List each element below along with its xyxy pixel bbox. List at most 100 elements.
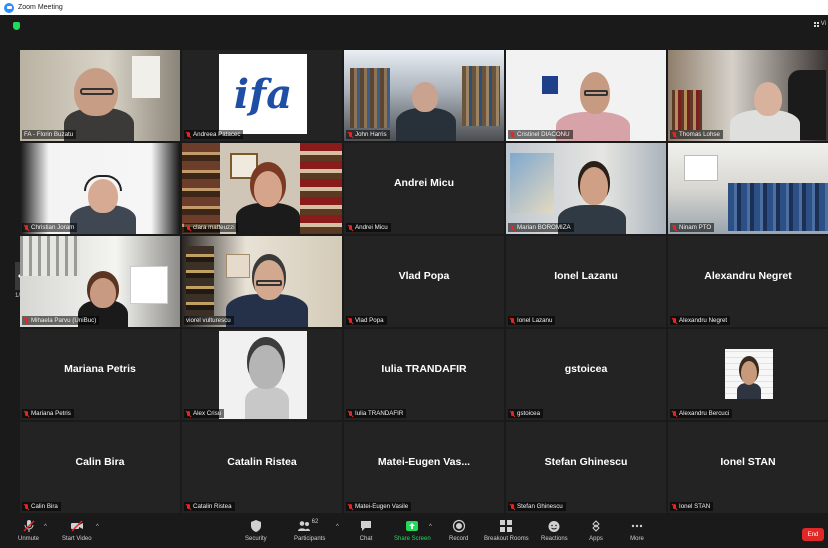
participant-name-label: Stefan Ghinescu bbox=[508, 502, 566, 511]
participant-tile[interactable]: Iulia TRANDAFIR Iulia TRANDAFIR bbox=[344, 329, 504, 420]
participant-tile[interactable]: Mihaela Parvu (UniBuc) bbox=[20, 236, 180, 327]
mic-muted-icon bbox=[22, 519, 36, 533]
participant-tile[interactable]: Ninam PTO bbox=[668, 143, 828, 234]
participant-tile[interactable]: Catalin Ristea Catalin Ristea bbox=[182, 422, 342, 513]
breakout-rooms-button[interactable]: Breakout Rooms bbox=[484, 519, 529, 542]
participant-name-label: Calin Bira bbox=[22, 502, 61, 511]
chat-button[interactable]: Chat bbox=[359, 519, 373, 542]
window-titlebar: Zoom Meeting bbox=[0, 0, 828, 15]
gallery-view: FA - Florin Buzatu ifa Andreea Patacec J… bbox=[20, 50, 828, 513]
mic-muted-icon bbox=[24, 503, 29, 510]
unmute-button[interactable]: Unmute bbox=[18, 519, 39, 542]
view-button[interactable]: Vi bbox=[813, 21, 826, 27]
participant-tile[interactable]: Alexandru Negret Alexandru Negret bbox=[668, 236, 828, 327]
participant-display-name: Calin Bira bbox=[75, 455, 125, 468]
audio-options-caret-icon[interactable]: ^ bbox=[44, 524, 47, 530]
participant-tile[interactable]: clara matteuzzi bbox=[182, 143, 342, 234]
start-video-button[interactable]: Start Video bbox=[62, 519, 92, 542]
participant-tile[interactable]: Vlad Popa Vlad Popa bbox=[344, 236, 504, 327]
participant-tile[interactable]: Ionel STAN Ionel STAN bbox=[668, 422, 828, 513]
video-feed bbox=[506, 143, 666, 234]
participant-name-label: Mihaela Parvu (UniBuc) bbox=[22, 316, 100, 325]
participants-count: 62 bbox=[311, 519, 319, 525]
ifa-logo: ifa bbox=[219, 54, 307, 134]
video-feed bbox=[344, 50, 504, 141]
participant-name-label: John Harris bbox=[346, 130, 390, 139]
participant-name-label: Vlad Popa bbox=[346, 316, 387, 325]
participant-tile[interactable]: Mariana Petris Mariana Petris bbox=[20, 329, 180, 420]
video-feed bbox=[20, 236, 180, 327]
participant-name-label: Ionel Lazanu bbox=[508, 316, 556, 325]
mic-muted-icon bbox=[672, 224, 677, 231]
participant-tile[interactable]: Alex Crisu bbox=[182, 329, 342, 420]
security-button[interactable]: Security bbox=[245, 519, 267, 542]
participants-options-caret-icon[interactable]: ^ bbox=[336, 524, 339, 530]
grid-view-icon bbox=[813, 21, 819, 27]
mic-muted-icon bbox=[672, 503, 677, 510]
share-screen-icon bbox=[405, 519, 419, 533]
reactions-smiley-icon bbox=[547, 519, 561, 533]
share-screen-button[interactable]: Share Screen bbox=[394, 519, 431, 542]
apps-button[interactable]: Apps bbox=[589, 519, 603, 542]
participant-name-label: Matei-Eugen Vasile bbox=[346, 502, 412, 511]
participant-display-name: Mariana Petris bbox=[64, 362, 136, 375]
video-feed bbox=[20, 50, 180, 141]
participant-name-label: Christian Joram bbox=[22, 223, 78, 232]
end-meeting-button[interactable]: End bbox=[802, 528, 824, 541]
participant-tile[interactable]: Marian BOROMIZA bbox=[506, 143, 666, 234]
window-title: Zoom Meeting bbox=[18, 4, 63, 11]
participant-display-name: Ionel STAN bbox=[720, 455, 776, 468]
participant-display-name: Ionel Lazanu bbox=[554, 269, 618, 282]
participant-tile[interactable]: FA - Florin Buzatu bbox=[20, 50, 180, 141]
participant-tile[interactable]: Stefan Ghinescu Stefan Ghinescu bbox=[506, 422, 666, 513]
video-feed bbox=[182, 236, 342, 327]
mic-muted-icon bbox=[24, 224, 29, 231]
participant-name-label: Alexandru Negret bbox=[670, 316, 731, 325]
participant-tile[interactable]: Cristinel DIACONU bbox=[506, 50, 666, 141]
participant-display-name: Iulia TRANDAFIR bbox=[381, 362, 467, 375]
participant-tile[interactable]: Thomas Lohse bbox=[668, 50, 828, 141]
mic-muted-icon bbox=[348, 410, 353, 417]
participant-tile[interactable]: Andrei Micu Andrei Micu bbox=[344, 143, 504, 234]
participant-name-label: Ionel STAN bbox=[670, 502, 714, 511]
participant-display-name: gstoicea bbox=[564, 362, 608, 375]
participant-tile[interactable]: gstoicea gstoicea bbox=[506, 329, 666, 420]
share-options-caret-icon[interactable]: ^ bbox=[429, 524, 432, 530]
mic-muted-icon bbox=[348, 317, 353, 324]
mic-muted-icon bbox=[186, 224, 191, 231]
reactions-button[interactable]: Reactions bbox=[541, 519, 568, 542]
participant-tile[interactable]: Ionel Lazanu Ionel Lazanu bbox=[506, 236, 666, 327]
participant-tile[interactable]: Calin Bira Calin Bira bbox=[20, 422, 180, 513]
mic-muted-icon bbox=[24, 410, 29, 417]
video-off-icon bbox=[70, 519, 84, 533]
mic-muted-icon bbox=[510, 131, 515, 138]
participant-name-label: Andrei Micu bbox=[346, 223, 391, 232]
mic-muted-icon bbox=[186, 410, 191, 417]
participant-tile[interactable]: Christian Joram bbox=[20, 143, 180, 234]
participant-name-label: gstoicea bbox=[508, 409, 544, 418]
encryption-shield-icon[interactable] bbox=[13, 22, 20, 30]
participant-name-label: Marian BOROMIZA bbox=[508, 223, 574, 232]
active-speaker-tile[interactable]: viorel vulturescu bbox=[182, 236, 342, 327]
participant-display-name: Andrei Micu bbox=[393, 176, 455, 189]
participant-name-label: Thomas Lohse bbox=[670, 130, 723, 139]
participant-tile[interactable]: Alexandru Bercuci bbox=[668, 329, 828, 420]
mic-muted-icon bbox=[672, 410, 677, 417]
participant-tile[interactable]: Matei-Eugen Vas... Matei-Eugen Vasile bbox=[344, 422, 504, 513]
record-button[interactable]: Record bbox=[449, 519, 468, 542]
more-button[interactable]: More bbox=[630, 519, 644, 542]
participants-icon: 62 bbox=[297, 519, 323, 533]
chat-icon bbox=[359, 519, 373, 533]
meeting-topbar: Vi bbox=[0, 15, 828, 37]
participant-name-label: FA - Florin Buzatu bbox=[22, 130, 77, 139]
video-feed bbox=[668, 50, 828, 141]
participant-tile[interactable]: John Harris bbox=[344, 50, 504, 141]
video-options-caret-icon[interactable]: ^ bbox=[96, 524, 99, 530]
view-label: Vi bbox=[820, 21, 826, 27]
participant-name-label: Mariana Petris bbox=[22, 409, 74, 418]
participant-name-label: Alexandru Bercuci bbox=[670, 409, 733, 418]
mic-muted-icon bbox=[510, 503, 515, 510]
participant-tile[interactable]: ifa Andreea Patacec bbox=[182, 50, 342, 141]
participants-button[interactable]: 62 Participants bbox=[294, 519, 325, 542]
participant-name-label: clara matteuzzi bbox=[184, 223, 238, 232]
